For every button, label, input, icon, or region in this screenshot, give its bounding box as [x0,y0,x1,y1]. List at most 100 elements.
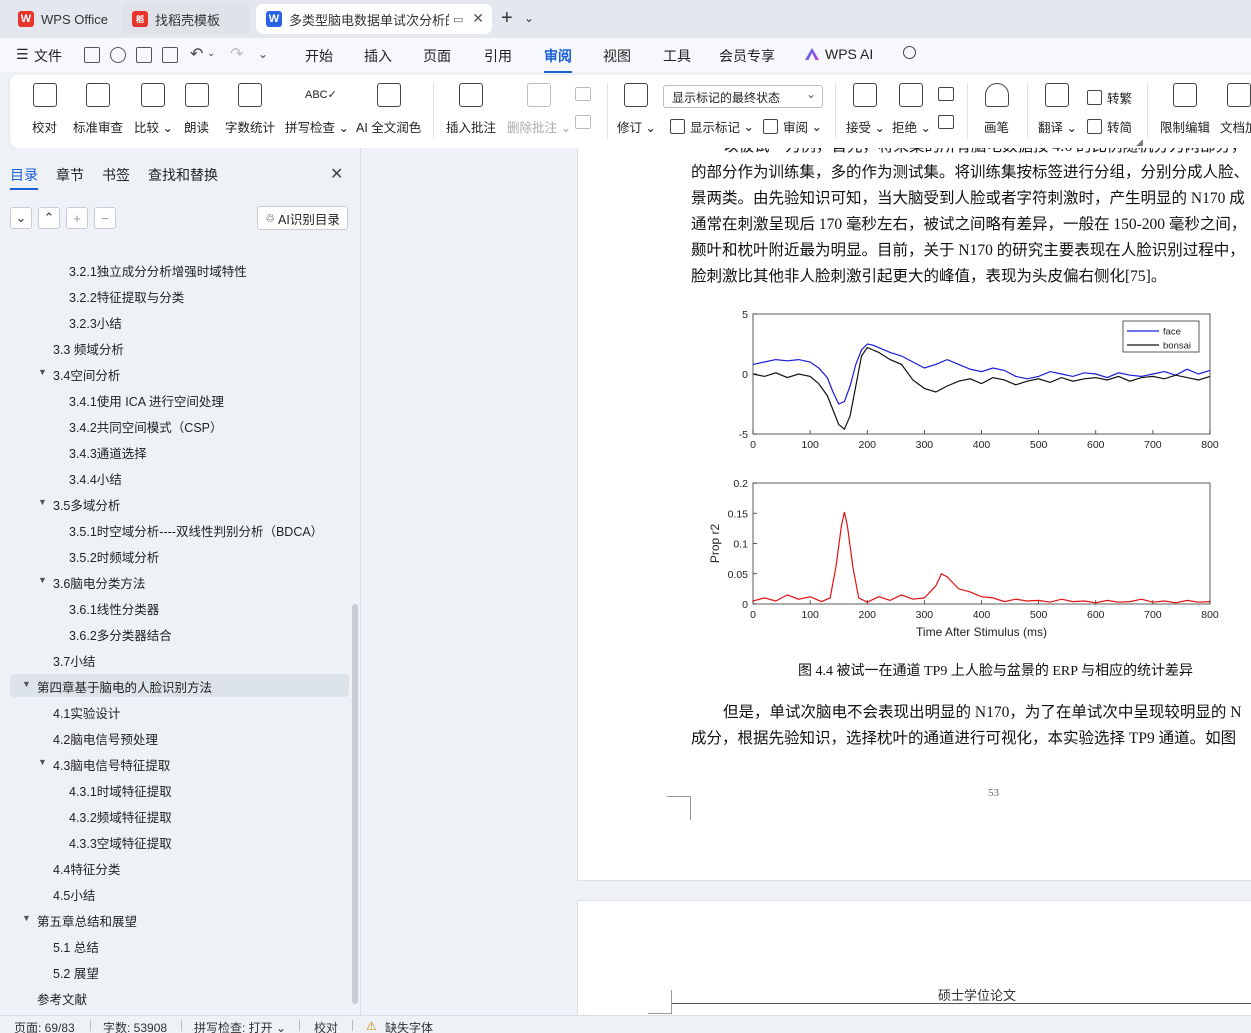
markup-display-select[interactable]: 显示标记的最终状态 [663,85,823,108]
word-count-indicator[interactable]: 字数: 53908 [103,1019,167,1033]
expand-triangle-icon[interactable]: ▼ [38,367,47,377]
tab-wps-office[interactable]: W WPS Office [8,4,116,34]
menu-file[interactable]: 文件 [34,46,62,66]
search-icon[interactable] [903,46,916,59]
toc-item[interactable]: 3.2.2特征提取与分类 [0,287,349,307]
toc-item[interactable]: 3.6.2多分类器结合 [0,625,349,645]
toc-item[interactable]: 3.7小结 [0,651,349,671]
toc-item[interactable]: 4.1实验设计 [0,703,349,723]
close-tab-icon[interactable]: ✕ [472,10,484,27]
tab-document[interactable]: W 多类型脑电数据单试次分析的 ▭ ✕ [256,4,492,34]
toc-item[interactable]: 4.3.2频域特征提取 [0,807,349,827]
tab-template[interactable]: 稻 找稻壳模板 [122,4,250,34]
toc-item[interactable]: 3.4.4小结 [0,469,349,489]
toc-item[interactable]: 参考文献 [0,989,349,1009]
insert-comment-button[interactable]: 插入批注 [446,83,496,136]
show-markup-button[interactable]: 显示标记 ⌄ [670,117,754,136]
print-preview-icon[interactable] [162,47,178,63]
scrollbar[interactable] [352,604,358,1004]
toc-item[interactable]: 4.5小结 [0,885,349,905]
group-launcher-icon[interactable]: ◢ [1136,137,1143,148]
toc-item[interactable]: 3.2.3小结 [0,313,349,333]
tab-chapters[interactable]: 章节 [56,165,84,185]
expand-triangle-icon[interactable]: ▼ [38,575,47,585]
track-changes-button[interactable]: 修订 ⌄ [617,83,656,136]
to-simplified-button[interactable]: 转简 [1087,117,1132,136]
to-traditional-button[interactable]: 转繁 [1087,88,1132,107]
document-area[interactable]: 以被试一为例，首先，将采集的所有脑电数据按 4:6 的比例随机分为两部分， 的部… [362,148,1251,1015]
toc-item[interactable]: 3.4.2共同空间模式（CSP） [0,417,349,437]
page-indicator[interactable]: 页面: 69/83 [14,1019,75,1033]
new-tab-plus-icon[interactable]: + [501,7,513,30]
ai-polish-button[interactable]: AI 全文润色 [356,83,421,136]
toc-item[interactable]: 4.3.3空域特征提取 [0,833,349,853]
spell-check-button[interactable]: ABC✓ 拼写检查 ⌄ [285,83,349,136]
accept-button[interactable]: 接受 ⌄ [846,83,885,136]
next-comment-icon[interactable] [575,115,591,129]
toc-item[interactable]: 3.3 频域分析 [0,339,349,359]
toc-item[interactable]: ▼ 3.6脑电分类方法 [0,573,349,593]
toc-item[interactable]: 3.5.1时空域分析----双线性判别分析（BDCA） [0,521,349,541]
toc-item[interactable]: 3.5.2时频域分析 [0,547,349,567]
menu-insert[interactable]: 插入 [364,46,392,66]
menu-references[interactable]: 引用 [484,46,512,66]
delete-comment-button[interactable]: 删除批注 ⌄ [507,83,571,136]
translate-button[interactable]: 翻译 ⌄ [1038,83,1077,136]
toc-item[interactable]: 3.2.1独立成分分析增强时域特性 [0,261,349,281]
save-icon[interactable] [84,47,100,63]
missing-font-status[interactable]: 缺失字体 [385,1019,433,1033]
menu-home[interactable]: 开始 [305,46,333,66]
ai-toc-button[interactable]: ♲ AI识别目录 [257,206,348,230]
collapse-down-button[interactable]: ⌄ [10,207,32,229]
toc-item[interactable]: 5.1 总结 [0,937,349,957]
collapse-button[interactable]: − [94,207,116,229]
menu-review[interactable]: 审阅 [544,46,572,73]
toc-item[interactable]: 5.2 展望 [0,963,349,983]
toc-item[interactable]: ▼ 第四章基于脑电的人脸识别方法 [0,677,349,697]
expand-triangle-icon[interactable]: ▼ [22,679,31,689]
undo-dropdown-icon[interactable]: ⌄ [207,48,215,59]
tab-list-chevron-icon[interactable]: ⌄ [524,11,534,25]
menu-tools[interactable]: 工具 [663,46,691,66]
menu-page[interactable]: 页面 [423,46,451,66]
reject-button[interactable]: 拒绝 ⌄ [892,83,931,136]
prev-change-icon[interactable] [938,87,954,101]
menu-view[interactable]: 视图 [603,46,631,66]
hamburger-icon[interactable]: ☰ [16,46,29,63]
read-aloud-button[interactable]: 朗读 [184,83,209,136]
print-icon[interactable] [136,47,152,63]
redo-icon[interactable]: ↷ [230,44,243,64]
compare-button[interactable]: 比较 ⌄ [134,83,173,136]
expand-triangle-icon[interactable]: ▼ [38,497,47,507]
toc-item[interactable]: ▼ 3.4空间分析 [0,365,349,385]
spell-check-status[interactable]: 拼写检查: 打开 ⌄ [194,1019,286,1033]
close-pane-icon[interactable]: ✕ [330,164,343,184]
review-pane-button[interactable]: 审阅 ⌄ [763,117,822,136]
toc-item[interactable]: 4.2脑电信号预处理 [0,729,349,749]
proof-status[interactable]: 校对 [314,1019,338,1033]
proofread-button[interactable]: 校对 [32,83,57,136]
toc-item[interactable]: 4.4特征分类 [0,859,349,879]
toc-item[interactable]: 3.6.1线性分类器 [0,599,349,619]
standard-review-button[interactable]: 标准审查 [73,83,123,136]
toc-item[interactable]: 3.4.1使用 ICA 进行空间处理 [0,391,349,411]
undo-icon[interactable]: ↶ [190,44,203,64]
search-doc-icon[interactable] [110,47,126,63]
tab-toc[interactable]: 目录 [10,165,38,190]
word-count-button[interactable]: 字数统计 [225,83,275,136]
toc-item[interactable]: ▼ 3.5多域分析 [0,495,349,515]
collapse-up-button[interactable]: ⌃ [38,207,60,229]
next-change-icon[interactable] [938,115,954,129]
doc-encrypt-button[interactable]: 文档加 [1220,83,1251,136]
expand-button[interactable]: + [66,207,88,229]
toc-item[interactable]: ▼ 4.3脑电信号特征提取 [0,755,349,775]
menu-member[interactable]: 会员专享 [719,46,775,66]
tab-bookmarks[interactable]: 书签 [102,165,130,185]
pen-button[interactable]: 画笔 [984,83,1009,136]
toc-item[interactable]: ▼ 第五章总结和展望 [0,911,349,931]
prev-comment-icon[interactable] [575,87,591,101]
restrict-edit-button[interactable]: 限制编辑 [1160,83,1210,136]
expand-triangle-icon[interactable]: ▼ [22,913,31,923]
toc-item[interactable]: 3.4.3通道选择 [0,443,349,463]
more-chevron-icon[interactable]: ⌄ [258,47,268,61]
